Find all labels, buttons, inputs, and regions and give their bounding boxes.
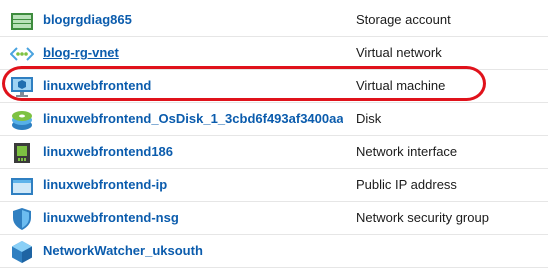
resource-name-link[interactable]: linuxwebfrontend_OsDisk_1_3cbd6f493af340… — [43, 111, 343, 126]
virtual-network-icon — [10, 47, 34, 61]
resource-row[interactable]: blogrgdiag865 Storage account — [0, 4, 548, 37]
resource-name-link[interactable]: blog-rg-vnet — [43, 45, 119, 60]
resource-type: Public IP address — [356, 177, 457, 192]
resource-row[interactable]: NetworkWatcher_uksouth — [0, 235, 548, 268]
resource-name-link[interactable]: linuxwebfrontend186 — [43, 144, 173, 159]
network-security-group-icon — [13, 208, 31, 230]
storage-account-icon — [11, 13, 33, 30]
resource-type: Network interface — [356, 144, 458, 159]
resource-name-link[interactable]: blogrgdiag865 — [43, 12, 132, 27]
resource-row[interactable]: linuxwebfrontend-ip Public IP address — [0, 169, 548, 202]
resource-name-link[interactable]: linuxwebfrontend-nsg — [43, 210, 179, 225]
public-ip-icon — [11, 178, 33, 195]
resource-row[interactable]: linuxwebfrontend Virtual machine — [0, 70, 548, 103]
resource-row[interactable]: linuxwebfrontend_OsDisk_1_3cbd6f493af340… — [0, 103, 548, 136]
resource-type: Storage account — [356, 12, 451, 27]
resource-type: Disk — [356, 111, 382, 126]
resource-type: Network security group — [356, 210, 489, 225]
resource-name-link[interactable]: NetworkWatcher_uksouth — [43, 243, 203, 258]
virtual-machine-icon — [11, 77, 33, 97]
resource-row[interactable]: linuxwebfrontend-nsg Network security gr… — [0, 202, 548, 235]
disk-icon — [12, 111, 32, 130]
network-interface-icon — [14, 143, 30, 163]
resource-row[interactable]: blog-rg-vnet Virtual network — [0, 37, 548, 70]
resource-type: Virtual machine — [356, 78, 446, 93]
resource-type: Virtual network — [356, 45, 442, 60]
resource-row[interactable]: linuxwebfrontend186 Network interface — [0, 136, 548, 169]
resource-name-link[interactable]: linuxwebfrontend — [43, 78, 151, 93]
network-watcher-icon — [12, 241, 32, 263]
resource-name-link[interactable]: linuxwebfrontend-ip — [43, 177, 167, 192]
